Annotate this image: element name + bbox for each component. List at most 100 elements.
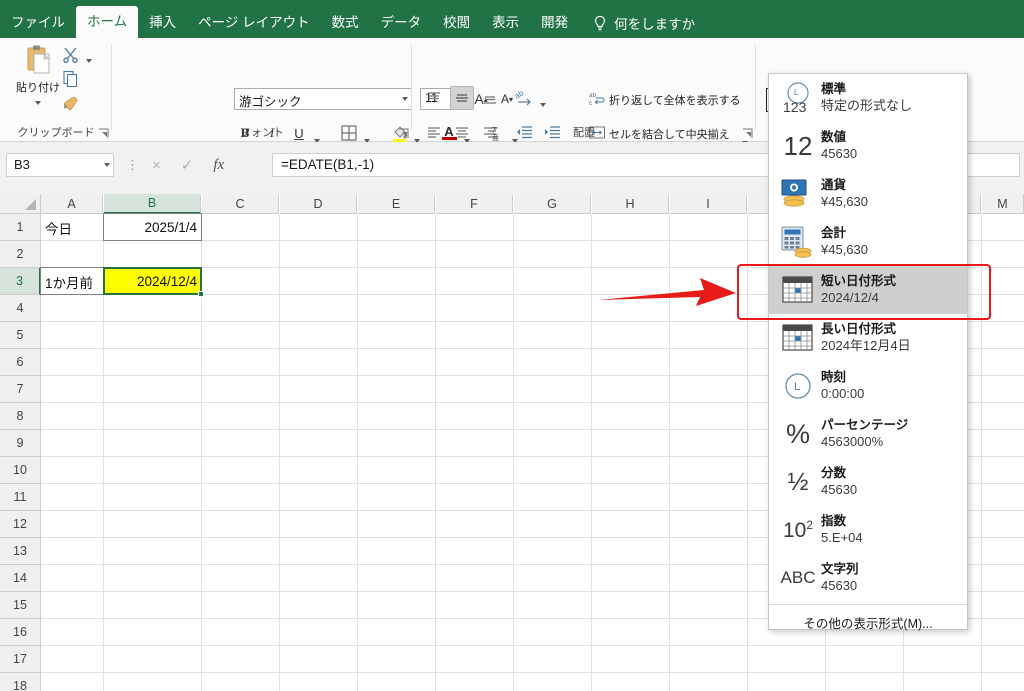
row-header-14[interactable]: 14 xyxy=(0,565,41,592)
row-header-15[interactable]: 15 xyxy=(0,592,41,619)
currency-icon xyxy=(775,174,821,214)
clipboard-dialog-launcher[interactable] xyxy=(98,128,109,139)
svg-text:L: L xyxy=(794,88,799,97)
cut-button[interactable] xyxy=(62,46,79,66)
gridline xyxy=(747,214,748,691)
dropdown-item-number[interactable]: 12 数値 45630 xyxy=(769,122,967,170)
svg-text:c: c xyxy=(589,100,593,107)
exponent-icon: 102 xyxy=(782,517,814,542)
row-header-9[interactable]: 9 xyxy=(0,430,41,457)
row-header-10[interactable]: 10 xyxy=(0,457,41,484)
cell-a1[interactable]: 今日 xyxy=(41,214,103,241)
select-all-corner[interactable] xyxy=(0,194,41,214)
align-middle-button[interactable] xyxy=(450,86,474,110)
alignment-dialog-launcher[interactable] xyxy=(742,128,753,139)
orientation-button[interactable]: ab xyxy=(512,86,536,110)
row-header-6[interactable]: 6 xyxy=(0,349,41,376)
clipboard-chevron-icon[interactable] xyxy=(86,59,92,63)
dropdown-item-exponent[interactable]: 102 指数 5.E+04 xyxy=(769,506,967,554)
copy-button[interactable] xyxy=(62,70,79,90)
more-number-formats-item[interactable]: その他の表示形式(M)... xyxy=(769,605,967,639)
tab-file[interactable]: ファイル xyxy=(0,8,76,38)
tab-data[interactable]: データ xyxy=(370,8,433,38)
chevron-down-icon[interactable] xyxy=(35,101,41,105)
row-header-11[interactable]: 11 xyxy=(0,484,41,511)
dropdown-item-title: 指数 xyxy=(821,514,847,529)
chevron-down-icon[interactable] xyxy=(104,163,110,167)
align-top-button[interactable] xyxy=(422,86,446,110)
tell-me-search[interactable]: 何をしますか xyxy=(593,8,695,38)
gridline xyxy=(201,214,202,691)
dropdown-item-fraction[interactable]: ½ 分数 45630 xyxy=(769,458,967,506)
column-header-b[interactable]: B xyxy=(104,194,201,214)
row-header-13[interactable]: 13 xyxy=(0,538,41,565)
tab-insert[interactable]: 挿入 xyxy=(138,8,187,38)
paste-button[interactable]: 貼り付け xyxy=(10,44,66,108)
tab-page-layout[interactable]: ページ レイアウト xyxy=(187,8,320,38)
tab-formulas[interactable]: 数式 xyxy=(321,8,370,38)
ribbon-group-clipboard: 貼り付け クリップボード xyxy=(0,38,112,142)
dropdown-item-short-date[interactable]: 短い日付形式 2024/12/4 xyxy=(769,266,967,314)
number-format-dropdown: L 123 標準 特定の形式なし 12 数値 45630 通貨 ¥45,630 … xyxy=(768,73,968,631)
column-header-c[interactable]: C xyxy=(202,194,279,214)
copy-icon xyxy=(62,70,79,90)
dropdown-item-general[interactable]: L 123 標準 特定の形式なし xyxy=(769,74,967,122)
name-box[interactable]: B3 xyxy=(6,153,114,177)
row-header-8[interactable]: 8 xyxy=(0,403,41,430)
column-header-g[interactable]: G xyxy=(514,194,591,214)
fill-handle[interactable] xyxy=(198,291,204,297)
cell-a3[interactable]: 1か月前 xyxy=(41,268,103,295)
column-header-e[interactable]: E xyxy=(358,194,435,214)
row-header-17[interactable]: 17 xyxy=(0,646,41,673)
column-header-h[interactable]: H xyxy=(592,194,669,214)
dropdown-item-time[interactable]: L 時刻 0:00:00 xyxy=(769,362,967,410)
column-header-a[interactable]: A xyxy=(41,194,103,214)
font-dialog-launcher[interactable] xyxy=(398,128,409,139)
dropdown-item-percentage[interactable]: % パーセンテージ 4563000% xyxy=(769,410,967,458)
row-header-1[interactable]: 1 xyxy=(0,214,41,241)
gridline xyxy=(279,214,280,691)
number-12-icon: 12 xyxy=(783,130,813,161)
excel-window: ファイル ホーム 挿入 ページ レイアウト 数式 データ 校閲 表示 開発 何を… xyxy=(0,0,1024,691)
row-header-4[interactable]: 4 xyxy=(0,295,41,322)
row-header-18[interactable]: 18 xyxy=(0,673,41,691)
svg-text:ab: ab xyxy=(515,89,526,101)
row-header-12[interactable]: 12 xyxy=(0,511,41,538)
dropdown-item-sample: ¥45,630 xyxy=(821,241,868,257)
dropdown-item-text[interactable]: ABC 文字列 45630 xyxy=(769,554,967,602)
chevron-down-icon[interactable] xyxy=(402,97,408,101)
column-header-f[interactable]: F xyxy=(436,194,513,214)
ribbon-group-alignment: ab ab c 折り返して全体を表示する セルを結合して中央揃え 配置 xyxy=(412,38,756,145)
dropdown-item-title: パーセンテージ xyxy=(821,418,909,433)
general-123-icon: L 123 xyxy=(775,78,821,118)
column-header-m[interactable]: M xyxy=(982,194,1024,214)
column-header-d[interactable]: D xyxy=(280,194,357,214)
tab-review[interactable]: 校閲 xyxy=(432,8,481,38)
orientation-chevron-icon[interactable] xyxy=(540,103,546,107)
cell-b1[interactable]: 2025/1/4 xyxy=(104,214,201,241)
dropdown-item-currency[interactable]: 通貨 ¥45,630 xyxy=(769,170,967,218)
insert-function-button[interactable]: fx xyxy=(213,157,224,174)
accounting-icon xyxy=(775,222,821,262)
column-header-i[interactable]: I xyxy=(670,194,747,214)
dropdown-item-long-date[interactable]: 長い日付形式 2024年12月4日 xyxy=(769,314,967,362)
row-header-3[interactable]: 3 xyxy=(0,268,41,295)
tab-home[interactable]: ホーム xyxy=(76,6,139,38)
gridline xyxy=(357,214,358,691)
dropdown-item-accounting[interactable]: 会計 ¥45,630 xyxy=(769,218,967,266)
cell-b3[interactable]: 2024/12/4 xyxy=(104,268,201,295)
format-painter-icon xyxy=(62,94,79,114)
row-header-16[interactable]: 16 xyxy=(0,619,41,646)
tab-developer[interactable]: 開発 xyxy=(530,8,579,38)
wrap-text-label: 折り返して全体を表示する xyxy=(609,95,741,107)
font-name-combo[interactable]: 游ゴシック xyxy=(234,88,412,110)
cancel-formula-button[interactable]: × xyxy=(152,157,161,174)
format-painter-button[interactable] xyxy=(62,94,79,114)
wrap-text-button[interactable]: ab c 折り返して全体を表示する xyxy=(588,90,741,110)
tab-view[interactable]: 表示 xyxy=(481,8,530,38)
row-header-5[interactable]: 5 xyxy=(0,322,41,349)
align-bottom-button[interactable] xyxy=(478,86,502,110)
row-header-2[interactable]: 2 xyxy=(0,241,41,268)
enter-formula-button[interactable]: ✓ xyxy=(181,156,194,174)
row-header-7[interactable]: 7 xyxy=(0,376,41,403)
